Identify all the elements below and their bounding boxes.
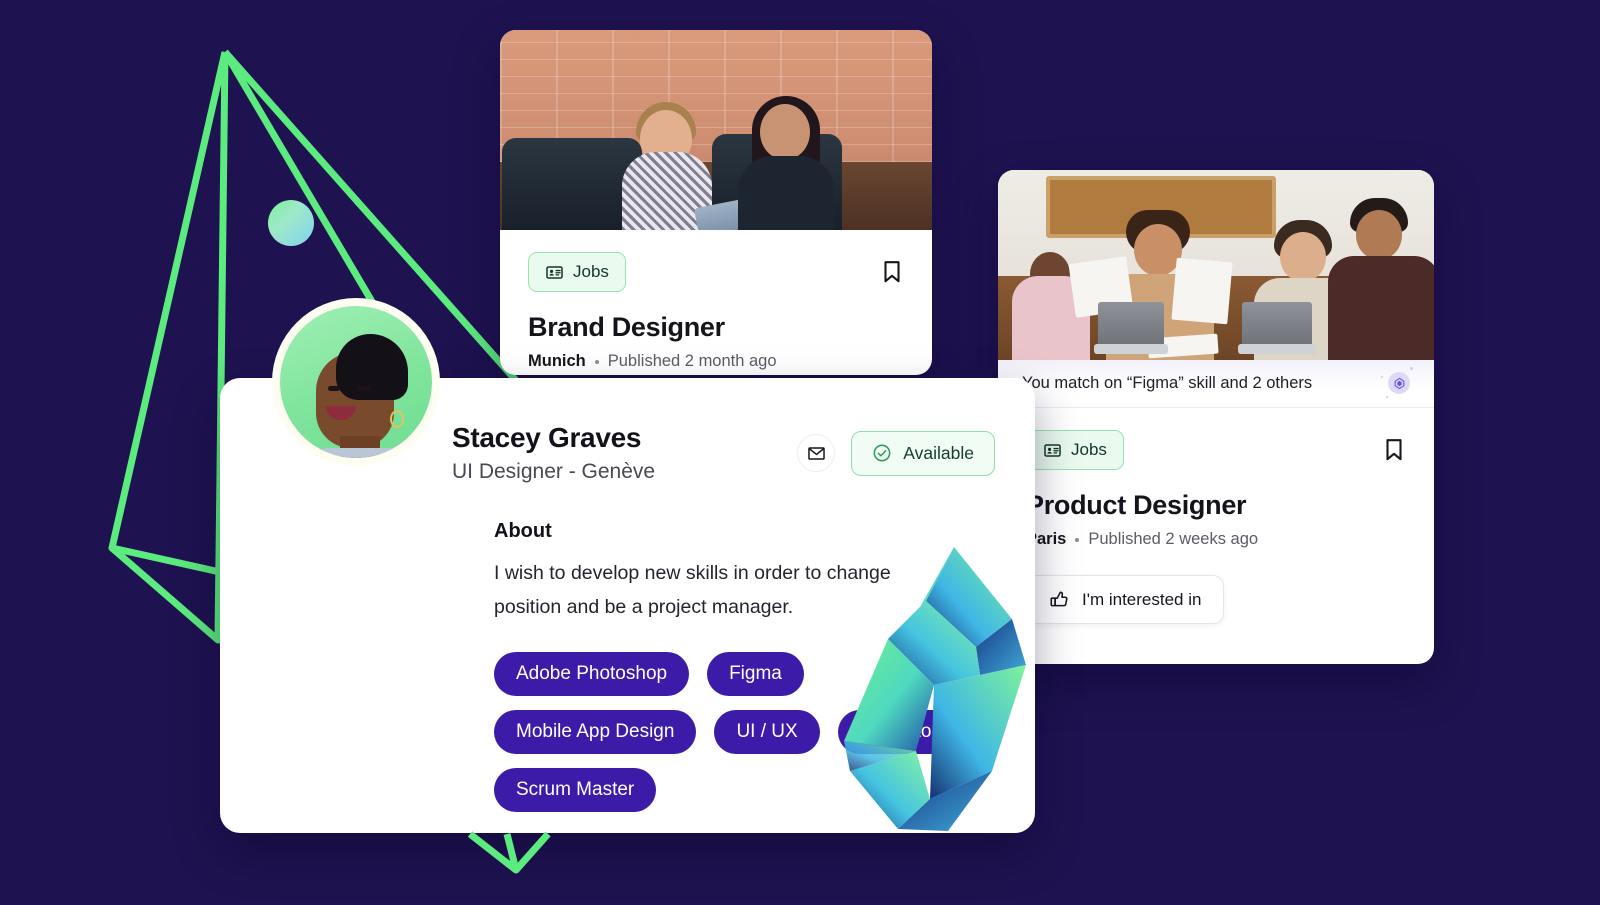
bookmark-icon bbox=[1386, 439, 1402, 461]
gradient-crystal-icon bbox=[844, 547, 1026, 831]
profile-actions: Available bbox=[797, 430, 995, 476]
job-published: Published 2 weeks ago bbox=[1088, 530, 1259, 548]
avatar-image bbox=[280, 306, 432, 458]
status-badge-label: Available bbox=[903, 442, 974, 463]
skill-tag[interactable]: Scrum Master bbox=[494, 768, 657, 813]
status-badge[interactable]: Available bbox=[851, 430, 995, 476]
job-photo-brand-designer bbox=[500, 30, 932, 230]
skill-match-text: You match on “Figma” skill and 2 others bbox=[1022, 373, 1313, 392]
meta-separator-dot bbox=[594, 359, 599, 364]
job-title: Product Designer bbox=[1026, 490, 1247, 520]
jobs-badge-label: Jobs bbox=[573, 262, 609, 281]
profile-identity: Stacey Graves UI Designer - Genève bbox=[452, 422, 655, 484]
skill-tag[interactable]: Figma bbox=[707, 652, 804, 697]
job-meta: Munich Published 2 month ago bbox=[528, 352, 904, 371]
skill-tag[interactable]: Mobile App Design bbox=[494, 710, 697, 755]
interested-button[interactable]: I'm interested in bbox=[1026, 575, 1225, 624]
job-meta: Paris Published 2 weeks ago bbox=[1026, 530, 1406, 549]
gem-sparkle-icon bbox=[1381, 367, 1413, 398]
job-location: Munich bbox=[528, 352, 586, 370]
jobs-badge-label: Jobs bbox=[1071, 440, 1107, 459]
mail-button[interactable] bbox=[797, 434, 836, 472]
skill-tag[interactable]: UI / UX bbox=[714, 710, 820, 755]
profile-role: UI Designer - Genève bbox=[452, 460, 656, 483]
bookmark-icon bbox=[884, 261, 900, 283]
id-card-icon bbox=[546, 265, 563, 279]
jobs-badge[interactable]: Jobs bbox=[1026, 430, 1124, 470]
avatar[interactable] bbox=[272, 298, 440, 466]
job-card-product-designer[interactable]: You match on “Figma” skill and 2 others … bbox=[998, 170, 1434, 664]
gradient-sphere bbox=[268, 200, 314, 246]
bookmark-button[interactable] bbox=[1382, 436, 1406, 464]
profile-name: Stacey Graves bbox=[452, 422, 642, 453]
skill-tag[interactable]: Adobe Photoshop bbox=[494, 652, 690, 697]
job-published: Published 2 month ago bbox=[607, 352, 777, 370]
job-card-body: Jobs Brand Designer Munich Published 2 m… bbox=[500, 230, 932, 375]
jobs-badge[interactable]: Jobs bbox=[528, 252, 626, 292]
thumbs-up-icon bbox=[1050, 591, 1068, 607]
job-photo-product-designer bbox=[998, 170, 1434, 360]
job-title: Brand Designer bbox=[528, 312, 725, 342]
meta-separator-dot bbox=[1075, 537, 1080, 542]
check-circle-icon bbox=[873, 444, 891, 462]
interested-button-label: I'm interested in bbox=[1082, 589, 1202, 609]
id-card-icon bbox=[1044, 443, 1061, 457]
bookmark-button[interactable] bbox=[880, 258, 904, 286]
skill-match-banner: You match on “Figma” skill and 2 others bbox=[998, 360, 1434, 408]
job-card-brand-designer[interactable]: Jobs Brand Designer Munich Published 2 m… bbox=[500, 30, 932, 375]
job-card-body: Jobs Product Designer Paris Published 2 … bbox=[998, 408, 1434, 648]
mail-icon bbox=[808, 446, 825, 460]
